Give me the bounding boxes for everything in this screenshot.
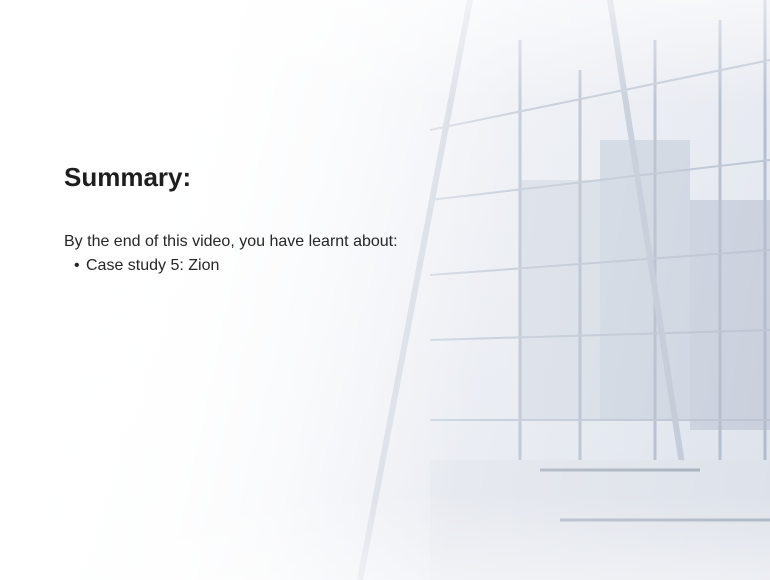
slide-title: Summary: (64, 162, 192, 192)
bullet-marker: • (74, 257, 80, 274)
slide: Summary: By the end of this video, you h… (0, 0, 770, 580)
summary-bullet-list: • Case study 5: Zion (74, 256, 219, 276)
slide-content: Summary: By the end of this video, you h… (0, 0, 770, 580)
bullet-text: Case study 5: Zion (86, 257, 220, 274)
summary-bullet-item: • Case study 5: Zion (74, 256, 219, 276)
summary-intro: By the end of this video, you have learn… (64, 233, 398, 250)
